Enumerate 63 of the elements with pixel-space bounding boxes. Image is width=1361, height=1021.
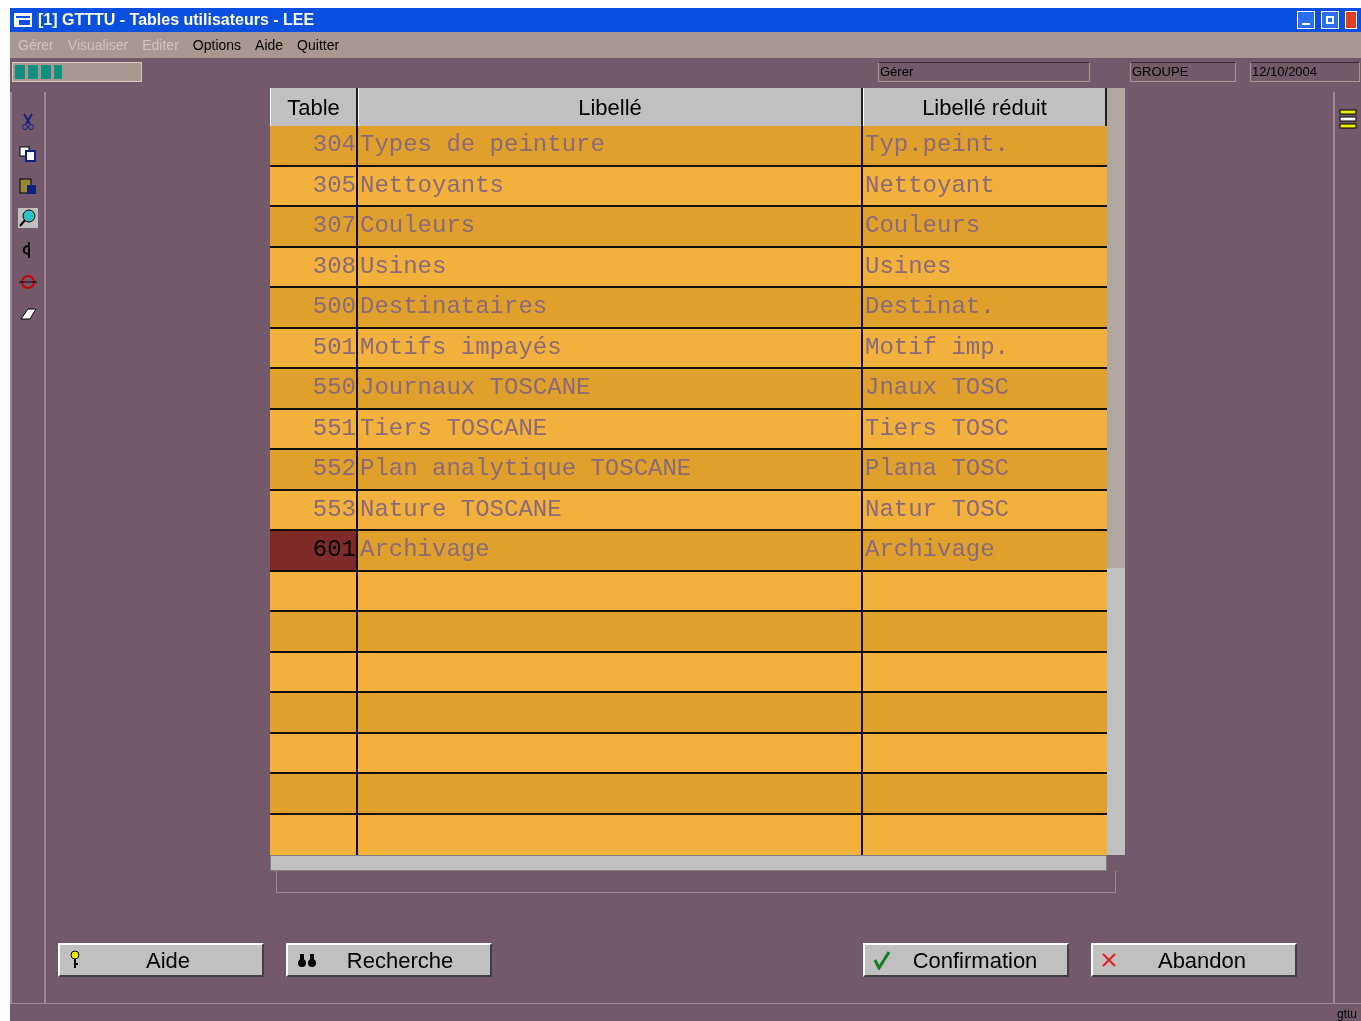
horizontal-scrollbar[interactable]: [270, 855, 1107, 871]
table-cell[interactable]: Couleurs: [863, 207, 1107, 246]
minimize-button[interactable]: [1297, 11, 1315, 29]
table-cell[interactable]: 500: [270, 288, 358, 327]
table-cell[interactable]: 550: [270, 369, 358, 408]
check-icon: [873, 950, 891, 970]
table-cell[interactable]: Natur TOSC: [863, 490, 1107, 529]
table-cell[interactable]: Tiers TOSC: [863, 409, 1107, 448]
table-cell[interactable]: Plana TOSC: [863, 450, 1107, 489]
documents-icon[interactable]: [18, 144, 38, 164]
table-cell[interactable]: Journaux TOSCANE: [358, 369, 863, 408]
status-text: gttu: [1337, 1007, 1357, 1021]
table-cell[interactable]: Couleurs: [358, 207, 863, 246]
table-cell[interactable]: 501: [270, 328, 358, 367]
table-cell[interactable]: 308: [270, 247, 358, 286]
table-cell[interactable]: Jnaux TOSC: [863, 369, 1107, 408]
column-header[interactable]: Table: [270, 88, 358, 126]
column-header[interactable]: Libellé réduit: [863, 88, 1107, 126]
key-icon: [68, 950, 82, 970]
table-cell[interactable]: Motif imp.: [863, 328, 1107, 367]
action-button[interactable]: Confirmation: [863, 943, 1069, 977]
table-cell[interactable]: 307: [270, 207, 358, 246]
table-cell[interactable]: Nature TOSCANE: [358, 490, 863, 529]
action-button[interactable]: Aide: [58, 943, 264, 977]
table-cell[interactable]: Nettoyants: [358, 166, 863, 205]
table-cell[interactable]: Nettoyant: [863, 166, 1107, 205]
vertical-scrollbar[interactable]: [1107, 88, 1125, 855]
text-field[interactable]: Gérer: [878, 62, 1090, 82]
table-cell[interactable]: Destinataires: [358, 288, 863, 327]
table-cell[interactable]: Archivage: [863, 531, 1107, 570]
action-button[interactable]: Recherche: [286, 943, 492, 977]
table-cell[interactable]: 552: [270, 450, 358, 489]
text-field[interactable]: GROUPE: [1130, 62, 1236, 82]
table-cell[interactable]: 601: [270, 531, 358, 570]
table-cell[interactable]: 553: [270, 490, 358, 529]
column-header[interactable]: Libellé: [358, 88, 863, 126]
table-cell[interactable]: Usines: [358, 247, 863, 286]
search-icon[interactable]: [18, 208, 38, 228]
table-cell[interactable]: 305: [270, 166, 358, 205]
table-cell[interactable]: Usines: [863, 247, 1107, 286]
restore-button[interactable]: [1321, 11, 1339, 29]
table-cell[interactable]: Tiers TOSCANE: [358, 409, 863, 448]
table-cell[interactable]: Typ.peint.: [863, 126, 1107, 165]
menu-item[interactable]: Options: [192, 34, 242, 56]
text-field[interactable]: 12/10/2004: [1250, 62, 1360, 82]
action-button[interactable]: Abandon: [1091, 943, 1297, 977]
table-cell[interactable]: Plan analytique TOSCANE: [358, 450, 863, 489]
window-icon: [14, 13, 32, 27]
binoculars-icon: [296, 951, 318, 969]
stack-icon[interactable]: [1339, 108, 1357, 130]
menu-item[interactable]: Aide: [255, 34, 284, 56]
clipboard-icon[interactable]: [18, 176, 38, 196]
table-cell[interactable]: 304: [270, 126, 358, 165]
table-cell[interactable]: Destinat.: [863, 288, 1107, 327]
menu-item[interactable]: Quitter: [297, 34, 340, 56]
table-cell[interactable]: Archivage: [358, 531, 863, 570]
table-cell[interactable]: Types de peinture: [358, 126, 863, 165]
table-cell[interactable]: 551: [270, 409, 358, 448]
close-button[interactable]: [1345, 11, 1357, 29]
window-title: [1] GTTTU - Tables utilisateurs - LEE: [38, 10, 316, 30]
target-icon[interactable]: [18, 272, 38, 292]
cross-icon: [1101, 952, 1117, 968]
table-cell[interactable]: Motifs impayés: [358, 328, 863, 367]
